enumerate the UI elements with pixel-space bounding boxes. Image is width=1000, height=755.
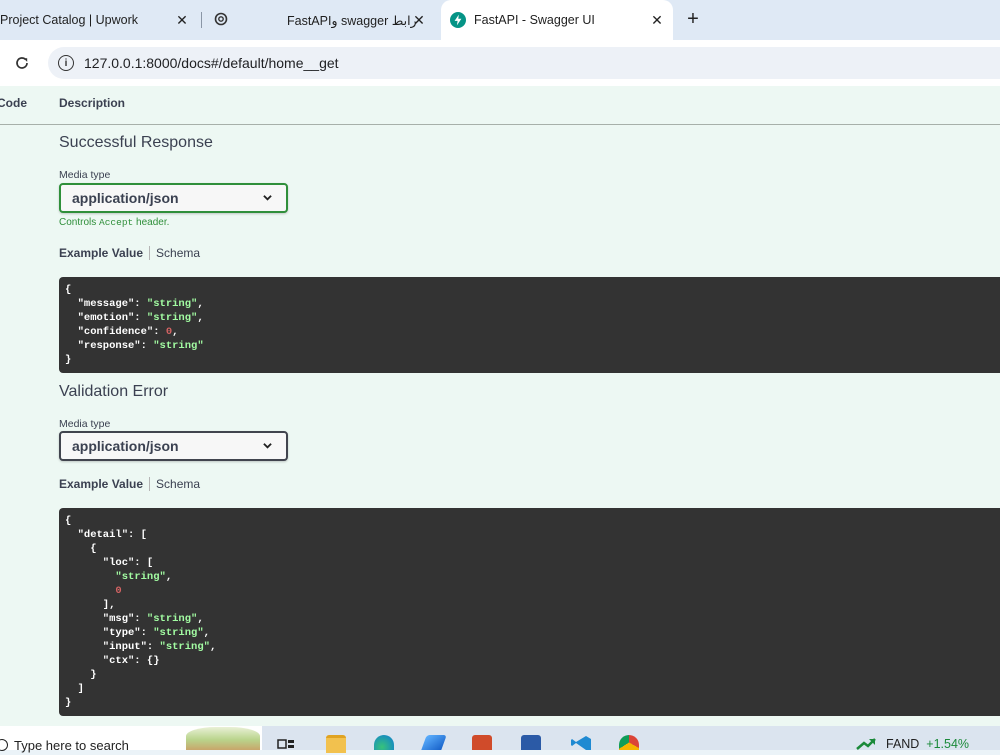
tab-divider	[149, 477, 151, 491]
example-value-code-block: { "message": "string", "emotion": "strin…	[59, 277, 1000, 373]
tab-divider	[149, 246, 151, 260]
media-type-select[interactable]: application/json	[59, 431, 288, 461]
azure-icon[interactable]	[421, 735, 447, 750]
close-tab-icon[interactable]: ✕	[410, 11, 428, 29]
reload-icon[interactable]	[12, 53, 32, 73]
search-input[interactable]: Type here to search	[14, 738, 129, 753]
browser-toolbar: i 127.0.0.1:8000/docs#/default/home__get	[0, 40, 1000, 86]
chrome-icon[interactable]	[619, 735, 639, 750]
chatgpt-icon	[214, 12, 228, 29]
media-type-label: Media type	[59, 418, 111, 430]
code-column-header: Code	[0, 96, 27, 110]
response-title: Successful Response	[59, 134, 213, 151]
swagger-responses-section: Code Description Successful Response Med…	[0, 86, 1000, 726]
close-tab-icon[interactable]: ✕	[173, 11, 191, 29]
address-bar[interactable]: i 127.0.0.1:8000/docs#/default/home__get	[48, 47, 1000, 79]
chevron-down-icon	[263, 443, 272, 449]
header-divider	[0, 124, 1000, 125]
tab-strip: Project Catalog | Upwork ✕ FastAPIو swag…	[0, 0, 1000, 40]
hint-code: Accept	[99, 217, 134, 228]
edge-icon[interactable]	[374, 735, 394, 750]
tab-title: FastAPI - Swagger UI	[474, 13, 595, 27]
fastapi-icon	[450, 12, 466, 31]
site-info-icon[interactable]: i	[58, 55, 74, 71]
media-type-select[interactable]: application/json	[59, 183, 288, 213]
description-column-header: Description	[59, 96, 126, 110]
tab-chatgpt[interactable]	[206, 0, 236, 40]
vscode-icon[interactable]	[570, 735, 591, 750]
ticker-change: +1.54%	[926, 737, 970, 751]
example-value-code-block: { "detail": [ { "loc": [ "string", 0 ], …	[59, 508, 1000, 716]
media-type-label: Media type	[59, 169, 111, 181]
close-tab-icon[interactable]: ✕	[648, 11, 666, 29]
tab-upwork[interactable]: Project Catalog | Upwork ✕	[0, 0, 196, 40]
new-tab-button[interactable]: +	[682, 8, 704, 30]
example-value-tab[interactable]: Example Value	[59, 477, 143, 491]
task-view-icon[interactable]	[276, 735, 296, 750]
windows-taskbar: Type here to search FAND +1.54%	[0, 726, 1000, 753]
schema-tab[interactable]: Schema	[156, 246, 200, 260]
hint-suffix: header.	[133, 217, 170, 228]
media-type-value: application/json	[72, 190, 179, 206]
example-schema-tabs: Example Value Schema	[59, 246, 200, 260]
tab-fastapi-swagger-arabic[interactable]: FastAPIو swagger رابط ✕	[240, 0, 440, 40]
powerpoint-icon[interactable]	[472, 735, 492, 750]
word-icon[interactable]	[521, 735, 541, 750]
tab-fastapi-swagger-ui[interactable]: FastAPI - Swagger UI ✕	[441, 0, 673, 40]
media-type-value: application/json	[72, 438, 179, 454]
chevron-down-icon	[263, 195, 272, 201]
accept-header-hint: Controls Accept header.	[59, 217, 169, 228]
stock-up-icon	[856, 738, 876, 750]
stock-ticker[interactable]: FAND +1.54%	[886, 737, 969, 751]
example-value-tab[interactable]: Example Value	[59, 246, 143, 260]
taskbar-search[interactable]: Type here to search	[0, 726, 262, 753]
tab-separator	[201, 12, 202, 28]
ticker-symbol: FAND	[886, 737, 920, 751]
response-title: Validation Error	[59, 383, 169, 400]
url-text[interactable]: 127.0.0.1:8000/docs#/default/home__get	[84, 55, 339, 71]
schema-tab[interactable]: Schema	[156, 477, 200, 491]
tab-title: FastAPIو swagger رابط	[287, 14, 417, 28]
hint-prefix: Controls	[59, 217, 100, 228]
file-explorer-icon[interactable]	[326, 735, 346, 753]
search-highlight-image	[186, 727, 260, 750]
tab-title: Project Catalog | Upwork	[0, 13, 139, 27]
search-icon	[0, 739, 8, 751]
example-schema-tabs: Example Value Schema	[59, 477, 200, 491]
